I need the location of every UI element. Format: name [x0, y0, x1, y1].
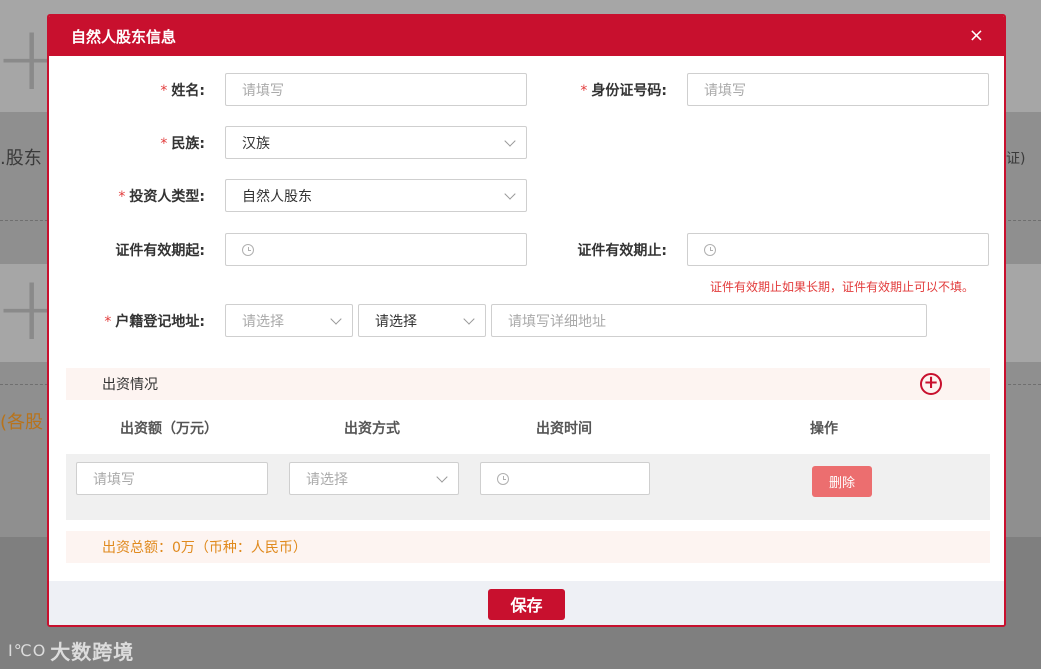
investment-date-input[interactable]: [480, 462, 650, 495]
ethnicity-label: * 民族:: [160, 135, 205, 152]
valid-from-label: 证件有效期起:: [115, 242, 205, 259]
column-header-action: 操作: [810, 421, 838, 437]
column-header-time: 出资时间: [536, 421, 592, 437]
chevron-down-icon: [463, 313, 475, 325]
ethnicity-value: 汉族: [242, 135, 270, 152]
validity-hint: 证件有效期止如果长期，证件有效期止可以不填。: [710, 280, 975, 294]
clock-icon: [242, 243, 254, 256]
clock-icon: [704, 243, 716, 256]
add-row-icon[interactable]: +: [920, 373, 942, 395]
valid-from-date-input[interactable]: [225, 233, 527, 266]
background-cert-text: 证): [1006, 151, 1026, 167]
address-detail-input[interactable]: 请填写详细地址: [491, 304, 927, 337]
name-row: * 姓名: 请填写: [69, 73, 527, 106]
investment-total: 出资总额：0万（币种：人民币）: [66, 531, 990, 563]
chevron-down-icon: [330, 313, 342, 325]
shareholder-modal: 自然人股东信息 × * 姓名: 请填写 * 身份证号码: 请填写 * 民族: 汉族 *…: [47, 14, 1006, 627]
address-row: * 户籍登记地址: 请选择 请选择 请填写详细地址: [69, 304, 927, 337]
province-placeholder: 请选择: [242, 313, 284, 330]
ethnicity-row: * 民族: 汉族: [69, 126, 527, 159]
province-select[interactable]: 请选择: [225, 304, 353, 337]
investment-section-header: 出资情况 +: [66, 368, 990, 400]
method-placeholder: 请选择: [306, 471, 348, 488]
column-header-amount: 出资额（万元）: [120, 421, 218, 437]
delete-button[interactable]: 删除: [812, 466, 872, 497]
investor-type-value: 自然人股东: [242, 188, 312, 205]
id-number-label: * 身份证号码:: [580, 82, 667, 99]
watermark-logo: I℃O: [8, 641, 47, 660]
investor-type-select[interactable]: 自然人股东: [225, 179, 527, 212]
background-shareholder-text: .股东: [0, 148, 42, 169]
required-mark: *: [160, 82, 168, 99]
city-select[interactable]: 请选择: [358, 304, 486, 337]
investor-type-row: * 投资人类型: 自然人股东: [69, 179, 527, 212]
name-input[interactable]: 请填写: [225, 73, 527, 106]
modal-title: 自然人股东信息: [71, 27, 177, 46]
valid-to-label: 证件有效期止:: [577, 242, 667, 259]
valid-from-row: 证件有效期起:: [69, 233, 527, 266]
valid-to-row: 证件有效期止:: [529, 233, 989, 266]
id-number-input[interactable]: 请填写: [687, 73, 989, 106]
address-label: * 户籍登记地址:: [104, 313, 205, 330]
required-mark: *: [580, 82, 588, 99]
clock-icon: [497, 472, 509, 485]
column-header-method: 出资方式: [344, 421, 400, 437]
watermark-text: 大数跨境: [50, 640, 135, 664]
background-each-text: (各股: [0, 412, 44, 433]
amount-input[interactable]: 请填写: [76, 462, 268, 495]
modal-header: 自然人股东信息 ×: [49, 16, 1004, 56]
watermark: I℃O 大数跨境: [8, 636, 134, 665]
modal-footer: 保存: [49, 581, 1004, 625]
close-icon[interactable]: ×: [969, 27, 984, 45]
id-number-row: * 身份证号码: 请填写: [529, 73, 989, 106]
required-mark: *: [118, 188, 126, 205]
investor-type-label: * 投资人类型:: [118, 188, 205, 205]
save-button[interactable]: 保存: [488, 588, 565, 620]
ethnicity-select[interactable]: 汉族: [225, 126, 527, 159]
method-select[interactable]: 请选择: [289, 462, 459, 495]
required-mark: *: [104, 313, 112, 330]
investment-section-title: 出资情况: [102, 377, 158, 393]
name-label: * 姓名:: [160, 82, 205, 99]
chevron-down-icon: [504, 135, 516, 147]
valid-to-date-input[interactable]: [687, 233, 989, 266]
required-mark: *: [160, 135, 168, 152]
city-placeholder: 请选择: [375, 313, 417, 330]
chevron-down-icon: [436, 471, 448, 483]
table-row: 请填写 请选择 删除: [66, 454, 990, 520]
chevron-down-icon: [504, 188, 516, 200]
